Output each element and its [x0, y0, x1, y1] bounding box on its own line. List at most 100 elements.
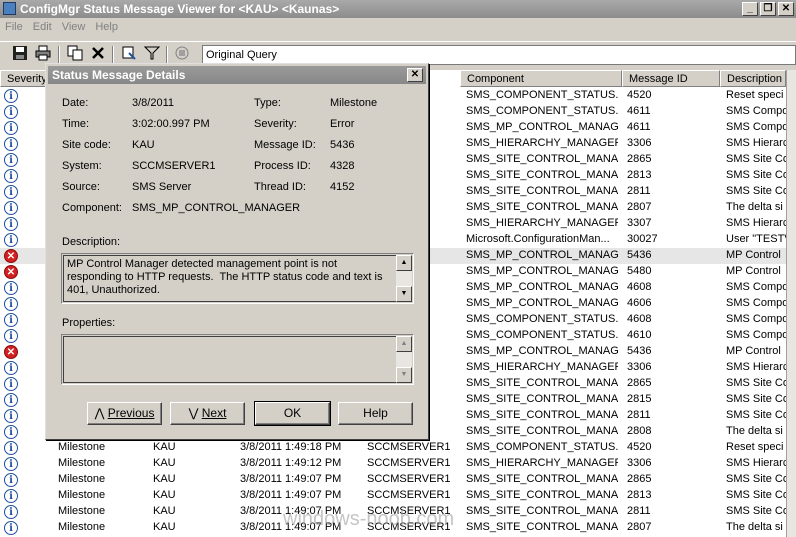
- table-row[interactable]: i Milestone KAU 3/8/2011 1:49:18 PM SCCMSERV…: [0, 440, 786, 456]
- cell-id: 4611: [627, 121, 651, 133]
- close-button[interactable]: ✕: [778, 2, 794, 16]
- stop-icon[interactable]: [172, 45, 192, 65]
- previous-button[interactable]: ⋀ Previous: [87, 402, 162, 425]
- thread-id-value: 4152: [330, 181, 355, 193]
- cell-comp: SMS_SITE_CONTROL_MANA...: [466, 377, 618, 389]
- cell-comp: SMS_MP_CONTROL_MANAGER: [466, 297, 618, 309]
- cell-desc: SMS Compo: [726, 105, 786, 117]
- cell-comp: SMS_SITE_CONTROL_MANA...: [466, 409, 618, 421]
- cell-sys: SCCMSERVER1: [367, 489, 451, 501]
- column-header-component[interactable]: Component: [460, 70, 622, 87]
- source-value: SMS Server: [132, 181, 192, 193]
- cell-comp: SMS_SITE_CONTROL_MANA...: [466, 505, 618, 517]
- info-icon: i: [4, 297, 18, 311]
- cell-desc: SMS Site Co: [726, 409, 786, 421]
- column-header-message-id[interactable]: Message ID: [622, 70, 720, 87]
- save-icon[interactable]: [10, 45, 30, 65]
- error-icon: ✕: [4, 345, 18, 359]
- column-header-description[interactable]: Description: [720, 70, 786, 87]
- info-icon: i: [4, 409, 18, 423]
- info-icon: i: [4, 137, 18, 151]
- cell-id: 4608: [627, 313, 652, 325]
- cell-desc: The delta si: [726, 425, 783, 437]
- menu-view[interactable]: View: [57, 19, 91, 33]
- info-icon: i: [4, 281, 18, 295]
- properties-textbox[interactable]: ▲ ▼: [61, 334, 414, 385]
- delete-icon[interactable]: [88, 45, 108, 65]
- list-scrollbar[interactable]: [786, 70, 796, 537]
- help-button[interactable]: Help: [338, 402, 413, 425]
- table-row[interactable]: i Milestone KAU 3/8/2011 1:49:07 PM SCCMSERV…: [0, 472, 786, 488]
- next-button[interactable]: ⋁ Next: [170, 402, 245, 425]
- cell-desc: SMS Hierarc: [726, 217, 786, 229]
- cell-comp: SMS_SITE_CONTROL_MANA...: [466, 425, 618, 437]
- column-header-severity[interactable]: Severity: [0, 70, 46, 87]
- info-icon: i: [4, 425, 18, 439]
- description-scrollbar[interactable]: ▲ ▼: [396, 255, 412, 302]
- cell-type: Milestone: [58, 505, 106, 517]
- cell-comp: SMS_MP_CONTROL_MANAGER: [466, 281, 618, 293]
- chevron-up-icon: ⋀: [94, 406, 105, 420]
- cell-comp: SMS_SITE_CONTROL_MANA...: [466, 489, 618, 501]
- print-icon[interactable]: [33, 45, 53, 65]
- table-row[interactable]: i Milestone KAU 3/8/2011 1:49:12 PM SCCMSERV…: [0, 456, 786, 472]
- scroll-down-icon[interactable]: ▼: [396, 286, 412, 302]
- cell-desc: Reset speci: [726, 441, 784, 453]
- system-value[interactable]: SCCMSERVER1: [132, 160, 216, 172]
- cell-comp: Microsoft.ConfigurationMan...: [466, 233, 610, 245]
- copy-icon[interactable]: [65, 45, 85, 65]
- filter-icon[interactable]: [142, 45, 162, 65]
- cell-id: 5436: [627, 249, 652, 261]
- time-label: Time:: [62, 118, 90, 130]
- process-id-label: Process ID:: [254, 160, 311, 172]
- info-icon: i: [4, 489, 18, 503]
- menu-help[interactable]: Help: [90, 19, 123, 33]
- cell-date: 3/8/2011 1:49:07 PM: [240, 489, 342, 501]
- properties-scrollbar[interactable]: ▲ ▼: [396, 336, 412, 383]
- cell-comp: SMS_SITE_CONTROL_MANA...: [466, 169, 618, 181]
- cell-id: 2813: [627, 169, 652, 181]
- info-icon: i: [4, 361, 18, 375]
- cell-comp: SMS_MP_CONTROL_MANAGER: [466, 249, 618, 261]
- minimize-button[interactable]: _: [742, 2, 758, 16]
- cell-id: 3306: [627, 457, 652, 469]
- menu-file[interactable]: File: [0, 19, 28, 33]
- cell-site: KAU: [153, 441, 176, 453]
- refresh-icon[interactable]: [119, 45, 139, 65]
- query-selector[interactable]: Original Query: [202, 45, 796, 65]
- source-label: Source:: [62, 181, 100, 193]
- menu-bar: File Edit View Help: [0, 19, 796, 37]
- cell-desc: SMS Compo: [726, 297, 786, 309]
- cell-comp: SMS_MP_CONTROL_MANAGER: [466, 265, 618, 277]
- cell-desc: SMS Site Co: [726, 185, 786, 197]
- restore-button[interactable]: ❐: [760, 2, 776, 16]
- cell-id: 2811: [627, 409, 651, 421]
- dialog-close-icon[interactable]: ✕: [407, 68, 423, 82]
- cell-comp: SMS_COMPONENT_STATUS...: [466, 441, 618, 453]
- severity-value: Error: [330, 118, 355, 130]
- app-icon: [3, 2, 16, 15]
- cell-desc: MP Control: [726, 249, 781, 261]
- cell-desc: SMS Site Co: [726, 169, 786, 181]
- watermark-text: windows-noob.com: [283, 508, 455, 530]
- info-icon: i: [4, 457, 18, 471]
- ok-button[interactable]: OK: [254, 401, 331, 426]
- description-textbox[interactable]: MP Control Manager detected management p…: [61, 253, 414, 304]
- cell-desc: SMS Hierarc: [726, 361, 786, 373]
- cell-site: KAU: [153, 489, 176, 501]
- info-icon: i: [4, 185, 18, 199]
- cell-id: 2813: [627, 489, 652, 501]
- info-icon: i: [4, 121, 18, 135]
- cell-desc: MP Control: [726, 345, 781, 357]
- cell-comp: SMS_HIERARCHY_MANAGER: [466, 217, 618, 229]
- info-icon: i: [4, 201, 18, 215]
- system-label: System:: [62, 160, 102, 172]
- cell-id: 2865: [627, 153, 652, 165]
- cell-date: 3/8/2011 1:49:12 PM: [240, 457, 342, 469]
- cell-type: Milestone: [58, 489, 106, 501]
- scroll-up-icon[interactable]: ▲: [396, 255, 412, 271]
- table-row[interactable]: i Milestone KAU 3/8/2011 1:49:07 PM SCCMSERV…: [0, 488, 786, 504]
- menu-edit[interactable]: Edit: [28, 19, 57, 33]
- cell-sys: SCCMSERVER1: [367, 441, 451, 453]
- dialog-title: Status Message Details: [52, 68, 186, 82]
